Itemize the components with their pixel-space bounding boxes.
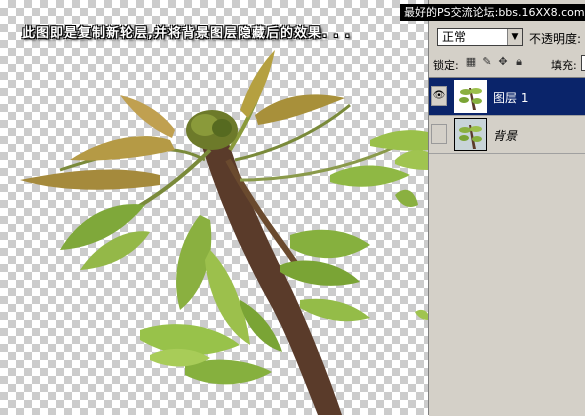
blend-mode-value: 正常 bbox=[442, 30, 467, 44]
blend-row: 正常 ▼ 不透明度: bbox=[433, 28, 585, 48]
caption-text: 此图即是复制新轮层,并将背景图层隐藏后的效果. . . bbox=[22, 26, 351, 41]
layer-name: 背景 bbox=[493, 129, 518, 143]
lock-row: 锁定: ▦ ✎ ✥ 🔒︎ 填充: bbox=[429, 55, 585, 73]
layers-panel: 正常 ▼ 不透明度: 锁定: ▦ ✎ ✥ 🔒︎ 填充: 👁︎ 图层 1 背景 bbox=[428, 0, 585, 416]
plant-image bbox=[20, 50, 428, 415]
plant-thumb-icon bbox=[456, 82, 485, 111]
blend-mode-select[interactable]: 正常 ▼ bbox=[437, 28, 523, 46]
fill-field[interactable] bbox=[581, 55, 585, 71]
eye-hidden-icon[interactable] bbox=[431, 124, 447, 144]
document-canvas[interactable]: 此图即是复制新轮层,并将背景图层隐藏后的效果. . . bbox=[0, 0, 428, 415]
lock-move-icon[interactable]: ✥ bbox=[497, 56, 509, 68]
chevron-down-icon[interactable]: ▼ bbox=[507, 29, 522, 45]
layer-row-layer1[interactable]: 👁︎ 图层 1 bbox=[429, 78, 585, 116]
lock-brush-icon[interactable]: ✎ bbox=[481, 56, 493, 68]
layer-thumbnail bbox=[454, 80, 487, 113]
lock-label: 锁定: bbox=[433, 59, 459, 72]
eye-icon[interactable]: 👁︎ bbox=[431, 86, 447, 106]
background-thumb-icon bbox=[455, 119, 486, 150]
forum-watermark: 最好的PS交流论坛:bbs.16XX8.com bbox=[400, 4, 585, 21]
layer-list: 👁︎ 图层 1 背景 bbox=[429, 77, 585, 416]
opacity-label: 不透明度: bbox=[529, 32, 582, 46]
layer-row-background[interactable]: 背景 bbox=[429, 116, 585, 154]
layer-thumbnail bbox=[454, 118, 487, 151]
layer-name: 图层 1 bbox=[493, 91, 529, 105]
lock-all-icon[interactable]: 🔒︎ bbox=[513, 56, 525, 68]
fill-label: 填充: bbox=[551, 59, 577, 72]
lock-transparent-icon[interactable]: ▦ bbox=[465, 56, 477, 68]
